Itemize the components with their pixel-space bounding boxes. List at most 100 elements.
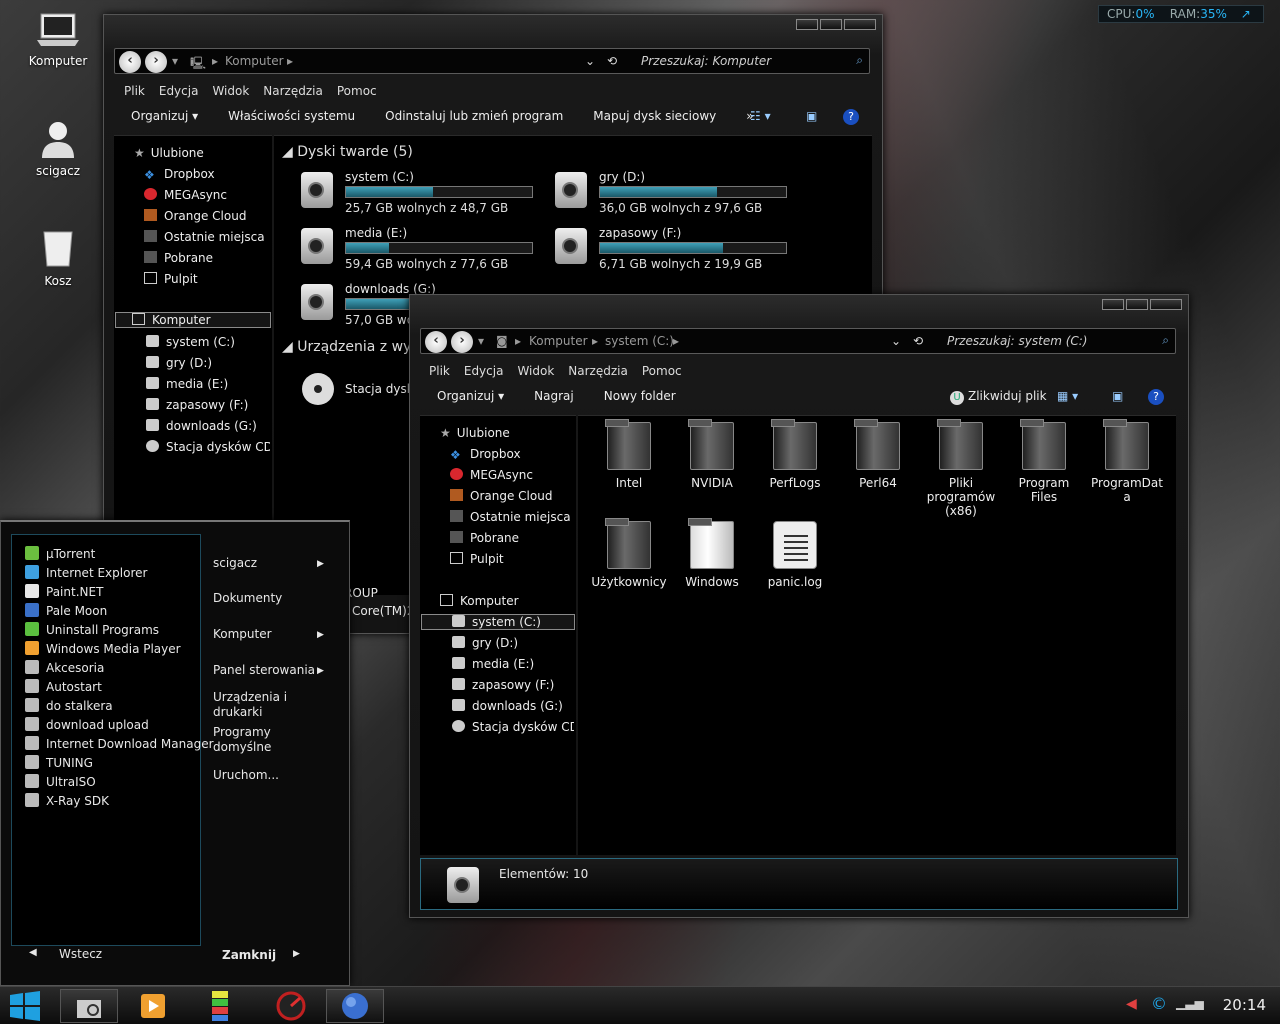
map-drive-button[interactable]: Mapuj dysk sieciowy <box>593 109 716 123</box>
view-options-icon[interactable]: ▦ ▾ <box>1057 389 1078 403</box>
nav-drive-g[interactable]: downloads (G:) <box>452 699 563 713</box>
menu-tools[interactable]: Narzędzia <box>263 84 323 98</box>
system-properties-button[interactable]: Właściwości systemu <box>228 109 355 123</box>
folder-item[interactable]: Pliki programów (x86) <box>922 419 1000 518</box>
history-dropdown-icon[interactable]: ▾ <box>478 334 484 348</box>
folder-item[interactable]: Perl64 <box>839 419 917 490</box>
unlocker-button[interactable]: U Zlikwiduj plik <box>950 389 1047 405</box>
folder-item[interactable]: Windows <box>673 518 751 589</box>
file-item[interactable]: panic.log <box>756 521 834 589</box>
breadcrumb-computer[interactable]: Komputer <box>529 334 588 348</box>
uninstall-button[interactable]: Odinstaluj lub zmień program <box>385 109 563 123</box>
nav-cd-drive[interactable]: Stacja dysków CD (I: <box>146 440 270 454</box>
search-field[interactable]: Przeszukaj: Komputer ⌕ <box>633 49 869 73</box>
taskbar-media-player-button[interactable] <box>122 989 182 1023</box>
clock[interactable]: 20:14 <box>1223 996 1266 1014</box>
start-program-item[interactable]: Uninstall Programs <box>25 622 159 637</box>
nav-recent-places[interactable]: Ostatnie miejsca <box>450 510 571 524</box>
preview-pane-icon[interactable]: ▣ <box>1112 389 1123 403</box>
folder-item[interactable]: ProgramData <box>1088 419 1166 504</box>
folder-item[interactable]: Program Files <box>1005 419 1083 504</box>
start-program-item[interactable]: download upload <box>25 717 149 732</box>
menu-edit[interactable]: Edycja <box>464 364 504 378</box>
taskbar-explorer-button[interactable] <box>60 989 118 1023</box>
nav-desktop[interactable]: Pulpit <box>144 272 198 286</box>
start-program-item[interactable]: µTorrent <box>25 546 95 561</box>
nav-computer[interactable]: Komputer <box>440 594 519 608</box>
maximize-button[interactable] <box>1126 299 1148 310</box>
organize-button[interactable]: Organizuj ▾ <box>131 109 198 123</box>
taskbar-speedometer-button[interactable] <box>262 989 322 1023</box>
nav-drive-f[interactable]: zapasowy (F:) <box>452 678 554 692</box>
back-button[interactable]: ‹ <box>119 51 141 73</box>
nav-drive-g[interactable]: downloads (G:) <box>146 419 257 433</box>
folder-item[interactable]: Użytkownicy <box>590 518 668 589</box>
expand-icon[interactable]: ↗ <box>1241 7 1251 21</box>
address-dropdown-icon[interactable]: ⌄ <box>585 54 595 68</box>
search-icon[interactable]: ⌕ <box>1162 333 1169 348</box>
menu-file[interactable]: Plik <box>124 84 145 98</box>
nav-drive-c[interactable]: system (C:) <box>146 335 235 349</box>
start-right-item[interactable]: Programy domyślne <box>213 725 323 755</box>
address-dropdown-icon[interactable]: ⌄ <box>891 334 901 348</box>
nav-downloads[interactable]: Pobrane <box>144 251 213 265</box>
folder-item[interactable]: NVIDIA <box>673 419 751 490</box>
nav-drive-d[interactable]: gry (D:) <box>452 636 518 650</box>
forward-button[interactable]: › <box>145 51 167 73</box>
nav-desktop[interactable]: Pulpit <box>450 552 504 566</box>
volume-icon[interactable]: ◀ <box>1126 996 1137 1012</box>
windows-logo-icon[interactable] <box>8 989 42 1023</box>
start-right-item[interactable]: Uruchom... <box>213 768 323 783</box>
start-right-item[interactable]: Dokumenty <box>213 591 323 606</box>
minimize-button[interactable] <box>1102 299 1124 310</box>
start-program-item[interactable]: Windows Media Player <box>25 641 181 656</box>
desktop-icon-user[interactable]: scigacz <box>13 120 103 178</box>
nav-drive-e[interactable]: media (E:) <box>452 657 534 671</box>
view-options-icon[interactable]: ☷ ▾ <box>750 109 771 123</box>
menu-view[interactable]: Widok <box>517 364 554 378</box>
back-button[interactable]: Wstecz <box>59 947 102 961</box>
nav-orange-cloud[interactable]: Orange Cloud <box>450 489 552 503</box>
close-button[interactable] <box>844 19 876 30</box>
nav-drive-f[interactable]: zapasowy (F:) <box>146 398 248 412</box>
desktop-icon-computer[interactable]: Komputer <box>13 12 103 68</box>
start-program-item[interactable]: Internet Download Manager <box>25 736 214 751</box>
forward-button[interactable]: › <box>451 331 473 353</box>
close-button[interactable] <box>1150 299 1182 310</box>
start-right-item[interactable]: Panel sterowania <box>213 663 323 678</box>
start-right-item[interactable]: Urządzenia i drukarki <box>213 690 323 720</box>
nav-recent-places[interactable]: Ostatnie miejsca <box>144 230 265 244</box>
refresh-icon[interactable]: ⟲ <box>607 54 617 68</box>
shutdown-button[interactable]: Zamknij <box>222 948 276 962</box>
menu-view[interactable]: Widok <box>212 84 249 98</box>
help-icon[interactable]: ? <box>1148 389 1164 405</box>
help-icon[interactable]: ? <box>843 109 859 125</box>
maximize-button[interactable] <box>820 19 842 30</box>
nav-drive-e[interactable]: media (E:) <box>146 377 228 391</box>
address-bar[interactable]: ‹ › ▾ ◙ ▸ Komputer ▸ system (C:) ▸ ⌄ ⟲ P… <box>420 328 1176 354</box>
search-field[interactable]: Przeszukaj: system (C:) ⌕ <box>939 329 1175 353</box>
menu-help[interactable]: Pomoc <box>337 84 377 98</box>
start-program-item[interactable]: Pale Moon <box>25 603 107 618</box>
menu-edit[interactable]: Edycja <box>159 84 199 98</box>
nav-computer[interactable]: Komputer <box>115 312 271 328</box>
explorer-window-system-c[interactable]: ‹ › ▾ ◙ ▸ Komputer ▸ system (C:) ▸ ⌄ ⟲ P… <box>409 294 1189 918</box>
history-dropdown-icon[interactable]: ▾ <box>172 54 178 68</box>
nav-orange-cloud[interactable]: Orange Cloud <box>144 209 246 223</box>
taskbar-pale-moon-button[interactable] <box>326 989 384 1023</box>
shutdown-options-icon[interactable]: ▶ <box>293 949 300 959</box>
start-program-item[interactable]: X-Ray SDK <box>25 793 109 808</box>
start-right-item[interactable]: Komputer <box>213 627 323 642</box>
start-right-item[interactable]: scigacz <box>213 556 323 571</box>
nav-drive-d[interactable]: gry (D:) <box>146 356 212 370</box>
start-program-item[interactable]: Akcesoria <box>25 660 104 675</box>
breadcrumb-computer[interactable]: Komputer <box>225 54 284 68</box>
start-program-item[interactable]: do stalkera <box>25 698 113 713</box>
favorites-header[interactable]: ★ Ulubione <box>440 426 510 440</box>
nav-drive-c[interactable]: system (C:) <box>421 614 575 630</box>
group-header-hard-disks[interactable]: ◢ Dyski twarde (5) <box>282 144 413 160</box>
preview-pane-icon[interactable]: ▣ <box>806 109 817 123</box>
start-program-item[interactable]: Autostart <box>25 679 102 694</box>
nav-dropbox[interactable]: ❖ Dropbox <box>144 167 215 182</box>
favorites-header[interactable]: ★ Ulubione <box>134 146 204 160</box>
